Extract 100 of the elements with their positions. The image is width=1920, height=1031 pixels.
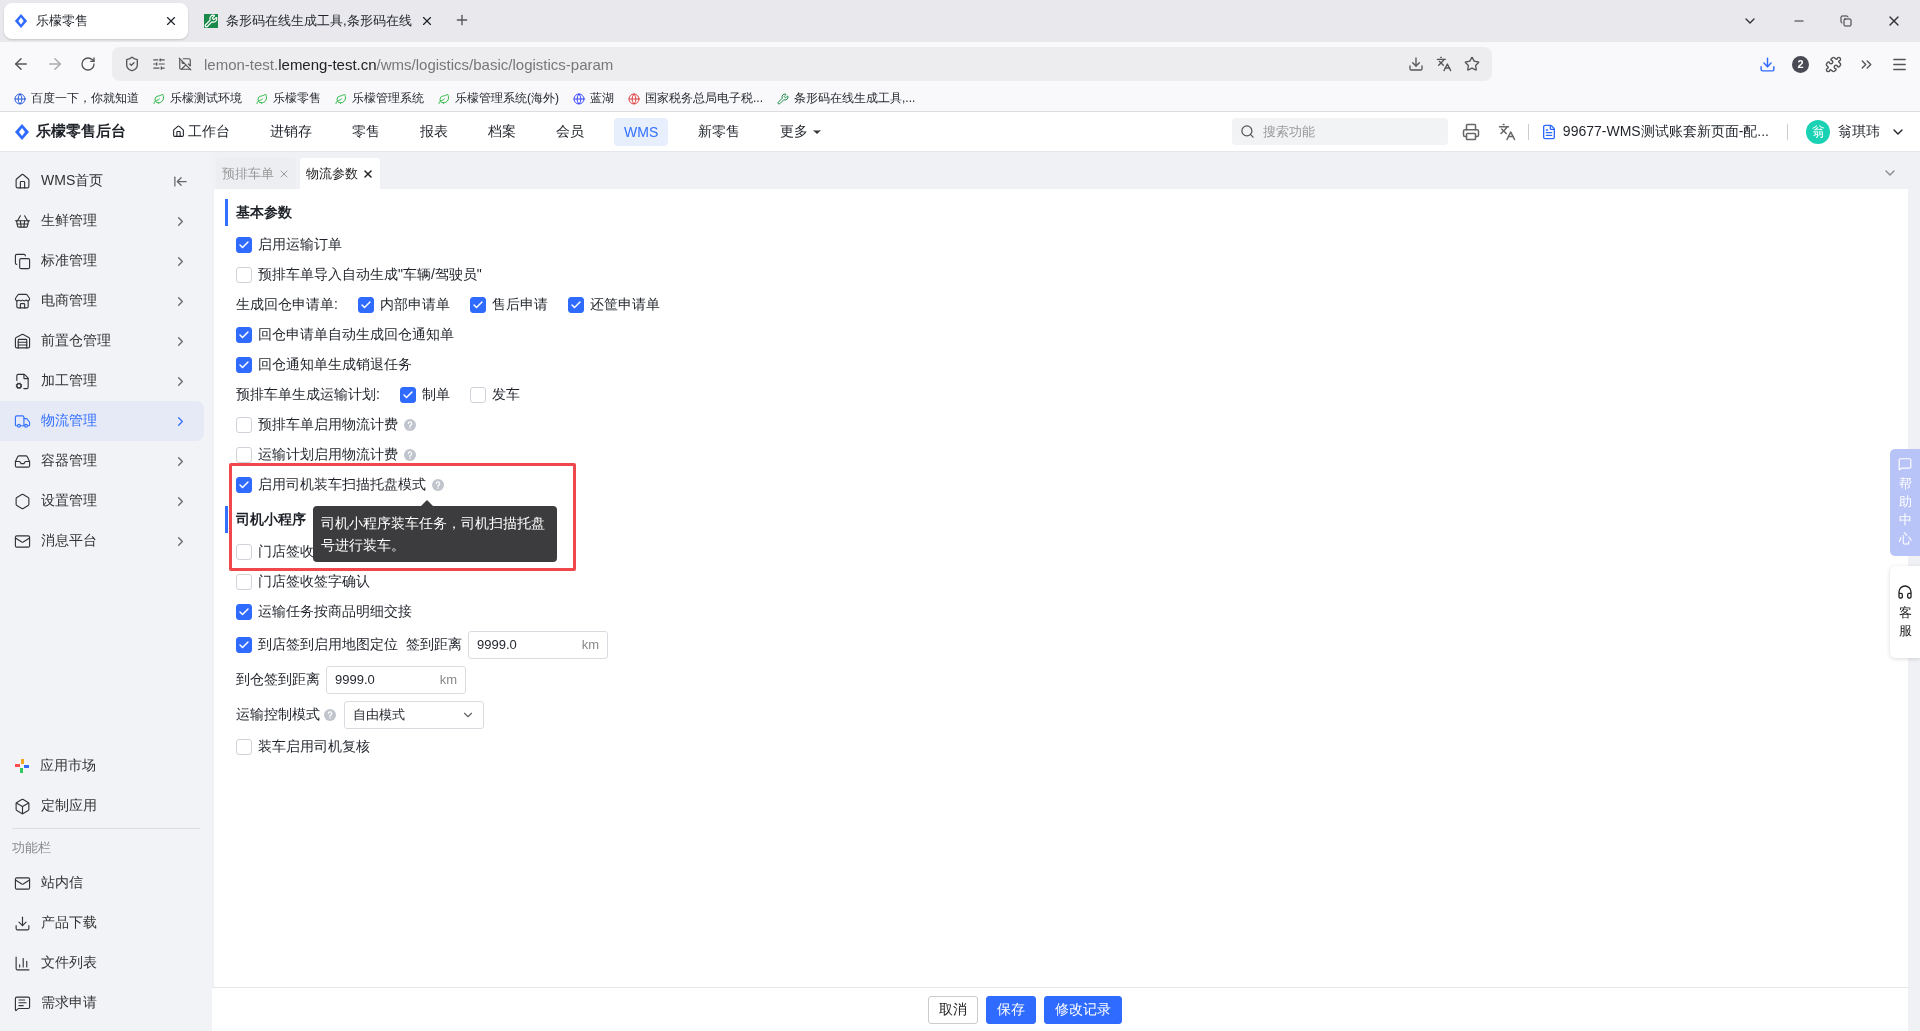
bookmark[interactable]: 条形码在线生成工具,...: [777, 90, 916, 107]
document-icon: [1540, 123, 1557, 140]
sidebar-item[interactable]: 需求申请: [0, 983, 204, 1023]
option-label: 预排车单导入自动生成"车辆/驾驶员": [258, 266, 482, 284]
sidebar-item[interactable]: WMS首页: [0, 161, 204, 201]
option-label: 运输计划启用物流计费: [258, 446, 398, 464]
checkbox[interactable]: [236, 636, 252, 653]
account-link[interactable]: 99677-WMS测试账套新页面-配...: [1540, 122, 1769, 141]
field-label: 签到距离: [406, 635, 462, 654]
field-label: 生成回仓申请单:: [236, 296, 338, 314]
page-tab[interactable]: 物流参数: [300, 158, 380, 189]
option-label: 回仓申请单自动生成回仓通知单: [258, 326, 454, 344]
checkbox[interactable]: [236, 477, 252, 493]
logo-icon: [14, 123, 30, 140]
sidebar-item[interactable]: 加工管理: [0, 361, 204, 401]
cancel-button[interactable]: 取消: [928, 995, 978, 1024]
nav-item[interactable]: 报表: [410, 117, 458, 146]
back-icon[interactable]: [12, 55, 30, 73]
option-label: 内部申请单: [379, 296, 450, 314]
nav-item[interactable]: 新零售: [688, 117, 751, 146]
translate-icon[interactable]: [1436, 56, 1452, 72]
cube-icon: [14, 797, 31, 815]
user-name[interactable]: 翁琪玮: [1838, 122, 1880, 141]
sidebar-item[interactable]: 产品下载: [0, 903, 204, 943]
sidebar-item[interactable]: 定制应用: [0, 786, 204, 826]
sidebar-item[interactable]: 标准管理: [0, 241, 204, 281]
install-icon[interactable]: [1408, 56, 1424, 72]
distance-field[interactable]: 9999.0 km: [326, 665, 466, 694]
leaf-icon: [256, 92, 268, 105]
customer-service-button[interactable]: 客服: [1890, 565, 1920, 659]
app-logo[interactable]: 乐檬零售后台: [14, 122, 126, 141]
copy-icon: [14, 252, 31, 270]
bookmark[interactable]: 蓝湖: [573, 90, 614, 107]
nav-item[interactable]: WMS: [614, 117, 669, 146]
checkbox[interactable]: [236, 604, 252, 620]
check-icon: [359, 299, 372, 311]
wrench-icon: [204, 14, 218, 28]
shield-icon: [124, 56, 140, 72]
reload-icon[interactable]: [80, 56, 96, 72]
nav-item[interactable]: 更多: [770, 117, 834, 146]
sidebar-item[interactable]: 电商管理: [0, 281, 204, 321]
home-icon: [172, 125, 185, 138]
hexagon-icon: [14, 492, 31, 510]
option-label: 装车启用司机复核: [258, 738, 370, 756]
bookmark[interactable]: 乐檬测试环境: [153, 90, 242, 107]
sidebar-item[interactable]: 消息平台: [0, 521, 204, 561]
star-icon[interactable]: [1464, 56, 1480, 72]
bookmark[interactable]: 乐檬零售: [256, 90, 321, 107]
nav-item[interactable]: 会员: [546, 117, 594, 146]
nav-item[interactable]: 零售: [342, 117, 390, 146]
download-icon[interactable]: [1759, 55, 1776, 73]
globe-icon: [573, 92, 585, 105]
option-label: 还筐申请单: [589, 296, 660, 314]
basket-icon: [14, 212, 31, 230]
printer-icon[interactable]: [1461, 122, 1480, 141]
sidebar-item[interactable]: 文件列表: [0, 943, 204, 983]
address-bar[interactable]: lemon-test.lemeng-test.cn/wms/logistics/basic/logistics-param: [112, 47, 1492, 81]
notification-badge[interactable]: 2: [1792, 55, 1809, 73]
check-icon: [569, 299, 582, 311]
sidebar-item[interactable]: 物流管理: [0, 401, 204, 441]
checkbox[interactable]: [236, 357, 252, 373]
sidebar-item[interactable]: 应用市场: [0, 746, 204, 786]
close-icon[interactable]: [362, 167, 374, 180]
bookmark[interactable]: 百度一下，你就知道: [14, 90, 139, 107]
restore-icon[interactable]: [1840, 15, 1852, 27]
sidebar-item[interactable]: 设置管理: [0, 481, 204, 521]
checkbox[interactable]: [357, 297, 374, 313]
checkbox[interactable]: [236, 237, 252, 253]
nav-item[interactable]: 档案: [478, 117, 526, 146]
sidebar-item[interactable]: 容器管理: [0, 441, 204, 481]
checkbox[interactable]: [469, 297, 486, 313]
bookmark[interactable]: 乐檬管理系统: [335, 90, 424, 107]
distance-field[interactable]: 9999.0 km: [468, 630, 608, 659]
leaf-icon: [153, 92, 165, 105]
leaf-icon: [335, 92, 347, 105]
browser-tab[interactable]: 乐檬零售: [4, 3, 188, 39]
option-label: 门店签收签字确认: [258, 573, 370, 591]
primary-button[interactable]: 保存: [986, 995, 1036, 1024]
checkbox[interactable]: [236, 327, 252, 343]
mode-select[interactable]: 自由模式: [344, 700, 484, 729]
nav-item[interactable]: 进销存: [260, 117, 322, 146]
bookmark[interactable]: 国家税务总局电子税...: [628, 90, 763, 107]
sidebar-item[interactable]: 生鲜管理: [0, 201, 204, 241]
mail-icon: [14, 874, 31, 892]
section-title: 基本参数: [225, 199, 1908, 226]
download-icon: [14, 914, 31, 932]
checkbox[interactable]: [399, 387, 416, 403]
app-market-icon: [14, 758, 30, 774]
checkbox[interactable]: [567, 297, 584, 313]
browser-tab[interactable]: 条形码在线生成工具,条形码在线: [194, 3, 444, 39]
field-label: 预排车单生成运输计划:: [236, 386, 380, 404]
nav-item[interactable]: 工作台: [162, 117, 240, 146]
primary-button[interactable]: 修改记录: [1044, 995, 1122, 1024]
sidebar-item[interactable]: 站内信: [0, 863, 204, 903]
extensions-icon[interactable]: [1825, 55, 1842, 73]
translate-icon[interactable]: [1497, 122, 1516, 141]
section-label: 功能栏: [11, 839, 52, 857]
bookmark[interactable]: 乐檬管理系统(海外): [438, 90, 559, 107]
close-icon[interactable]: [164, 14, 178, 28]
sidebar-item[interactable]: 前置仓管理: [0, 321, 204, 361]
